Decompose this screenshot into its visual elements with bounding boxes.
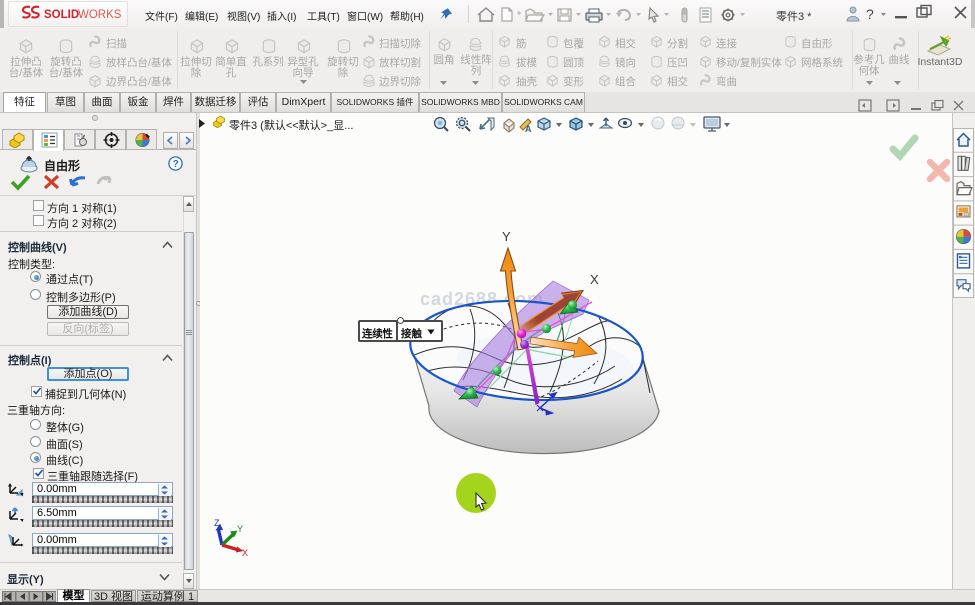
svg-text:Z: Z (214, 518, 220, 528)
svg-text:Y: Y (237, 524, 243, 534)
svg-text:X: X (242, 548, 248, 558)
svg-text:?: ? (866, 6, 874, 22)
svg-text:X: X (590, 272, 599, 287)
svg-text:WORKS: WORKS (78, 9, 122, 21)
svg-text:SOLID: SOLID (44, 9, 79, 21)
svg-text:?: ? (173, 159, 179, 170)
svg-text:Y: Y (502, 229, 511, 244)
